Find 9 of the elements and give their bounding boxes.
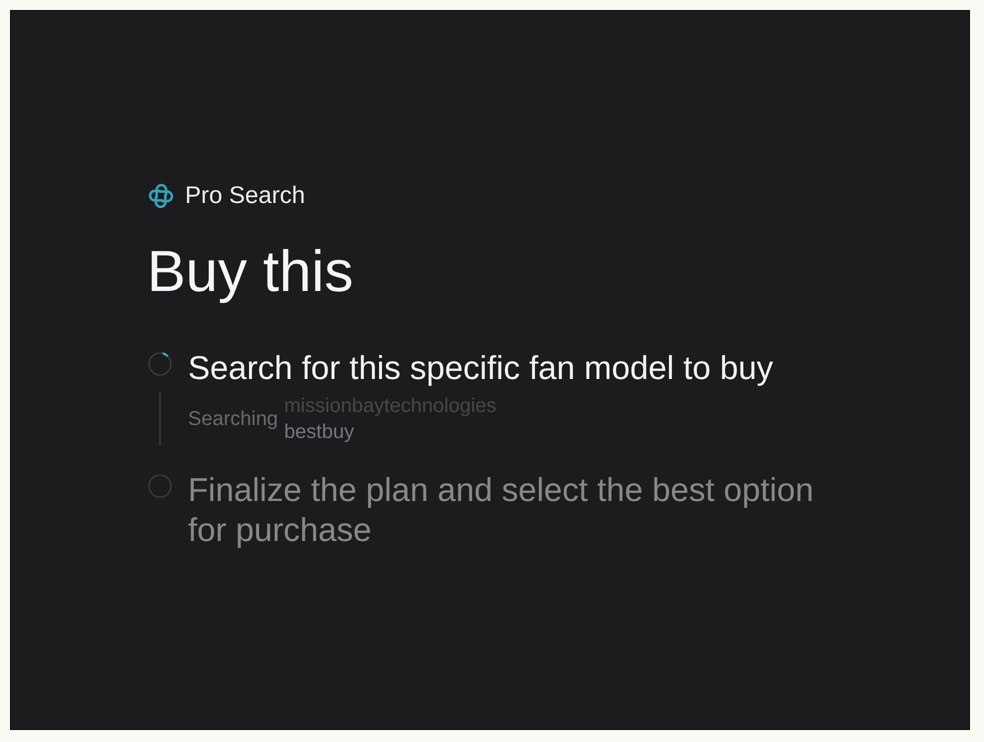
pro-search-label: Pro Search: [185, 182, 306, 210]
page-title: Buy this: [147, 240, 354, 304]
knot-icon: [148, 183, 174, 209]
circle-icon: [148, 474, 172, 498]
source-name: bestbuy: [284, 420, 356, 445]
searching-label: Searching: [188, 408, 278, 430]
step-text: Search for this specific fan model to buy: [188, 348, 774, 388]
step-text: Finalize the plan and select the best option for purchase: [188, 470, 815, 550]
spinner-icon: [148, 352, 172, 376]
